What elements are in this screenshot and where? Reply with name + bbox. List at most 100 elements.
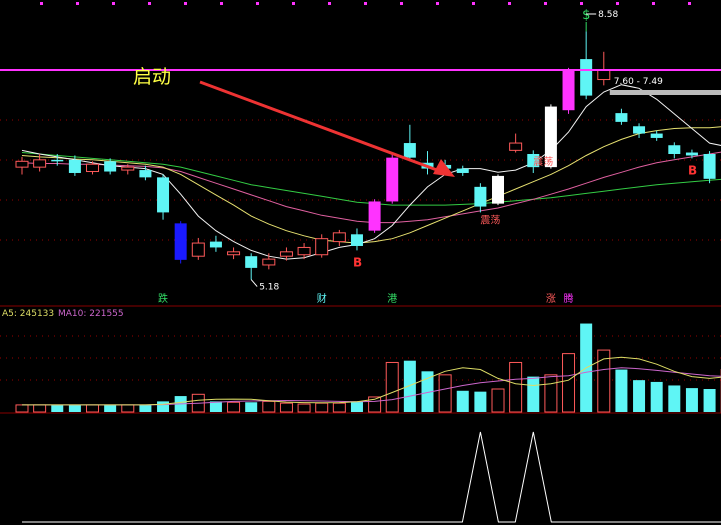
candle-body <box>227 251 241 256</box>
top-marker-dot <box>616 2 619 5</box>
candle-body <box>509 142 523 151</box>
volume-bar <box>403 360 416 412</box>
candle-body <box>139 170 152 178</box>
candle-body <box>86 163 100 173</box>
top-marker-dot <box>436 2 439 5</box>
candle-body <box>33 159 47 168</box>
top-marker-dot <box>184 2 187 5</box>
candle-body <box>15 160 29 168</box>
volume-bar <box>456 390 469 412</box>
top-marker-dot <box>292 2 295 5</box>
low-label: 5.18 <box>259 283 279 293</box>
candle <box>368 199 381 233</box>
candle-body <box>174 223 187 260</box>
volume-bar <box>509 361 523 413</box>
candle <box>492 174 505 206</box>
volume-bar <box>139 404 152 412</box>
volume-legend-item: MA10: 221555 <box>58 309 124 319</box>
volume-legend-item: A5: 245133 <box>2 309 54 319</box>
candle-body <box>68 159 81 173</box>
volume-bar <box>544 374 558 413</box>
volume-bar <box>157 401 170 412</box>
candle <box>703 151 716 184</box>
volume-bar <box>33 404 47 413</box>
candle-body <box>262 258 276 266</box>
volume-bar <box>68 404 81 412</box>
volume-bar <box>245 402 258 412</box>
volume-bar <box>491 388 505 413</box>
top-marker-dot <box>364 2 367 5</box>
volume-bar <box>703 389 716 412</box>
candle-body <box>403 143 416 158</box>
volume-bar <box>350 401 363 412</box>
bar-tag-label: 港 <box>387 293 397 305</box>
candle-body <box>492 175 505 204</box>
volume-bar <box>615 369 628 412</box>
top-marker-dot <box>328 2 331 5</box>
bar-tag-label: 跌 <box>158 292 168 305</box>
volume-bar <box>121 404 135 413</box>
top-marker-dot <box>76 2 79 5</box>
candle-body <box>668 145 681 154</box>
top-marker-dot <box>256 2 259 5</box>
box-tag-label: 震荡 <box>533 156 553 168</box>
candle-body <box>209 241 222 248</box>
candle-body <box>633 126 646 134</box>
volume-bar <box>562 353 576 413</box>
bar-tag-label: 财 <box>317 292 327 305</box>
bar-tag-label: 腾 <box>564 292 574 305</box>
bar-tag-label: 涨 <box>546 293 556 305</box>
volume-bar <box>104 404 117 412</box>
volume-bar <box>279 402 293 413</box>
candle-body <box>315 238 329 256</box>
candle-body <box>279 251 293 257</box>
candle-body <box>386 157 399 202</box>
volume-bar <box>262 400 276 413</box>
candle-body <box>597 69 611 81</box>
candle-body <box>368 201 381 231</box>
buy-marker: B <box>688 163 697 177</box>
volume-bar <box>51 404 64 412</box>
candle-body <box>245 256 258 268</box>
candle-body <box>51 159 64 162</box>
top-marker-dot <box>148 2 151 5</box>
top-marker-dot <box>508 2 511 5</box>
buy-marker: B <box>353 255 362 269</box>
volume-bar <box>315 402 329 413</box>
dollar-marker: $ <box>582 8 590 23</box>
top-marker-dot <box>652 2 655 5</box>
top-marker-dot <box>544 2 547 5</box>
candle-body <box>456 168 469 173</box>
candle-body <box>121 166 135 171</box>
candle-body <box>703 154 716 179</box>
volume-bar <box>650 381 663 412</box>
range-label: 7.60 - 7.49 <box>614 77 663 87</box>
candle-body <box>332 232 346 243</box>
top-marker-dot <box>112 2 115 5</box>
volume-legend: A5: 245133 MA10: 221555 <box>2 309 124 319</box>
volume-bar <box>385 361 399 413</box>
top-marker-dot <box>220 2 223 5</box>
candle-body <box>297 246 311 256</box>
candle-body <box>191 242 205 257</box>
top-marker-dot <box>40 2 43 5</box>
top-marker-dot <box>400 2 403 5</box>
volume-bar <box>474 391 487 412</box>
candle-body <box>615 113 628 122</box>
candle-body <box>104 161 117 172</box>
volume-bar <box>86 404 100 413</box>
volume-bar <box>527 376 540 412</box>
high-label: 8.58 <box>598 10 618 20</box>
candle-body <box>474 186 487 207</box>
volume-bar <box>297 403 311 413</box>
candle-body <box>650 133 663 138</box>
top-marker-dot <box>688 2 691 5</box>
box-tag-label: 震荡 <box>480 214 500 226</box>
candle <box>562 67 575 114</box>
volume-bar <box>15 404 29 413</box>
annotation-label: 启动 <box>133 66 171 88</box>
volume-bar <box>685 388 698 412</box>
candle-body <box>562 70 575 111</box>
candle-body <box>685 152 698 156</box>
volume-bar <box>332 402 346 413</box>
